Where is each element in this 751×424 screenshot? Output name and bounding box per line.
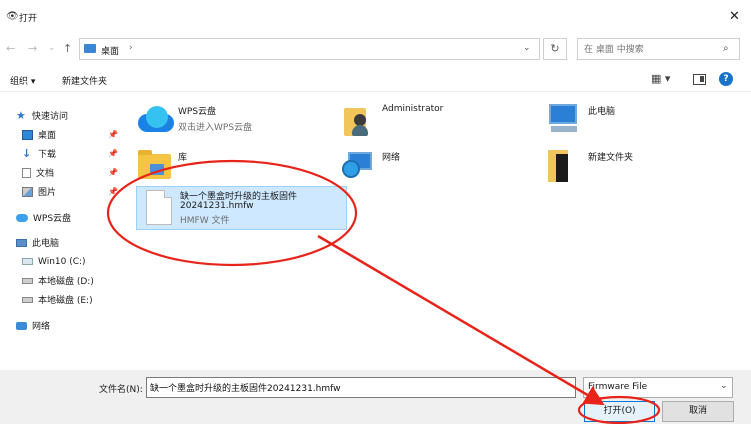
command-toolbar: 组织 ▾ 新建文件夹 ▦ ▾ ? [0,68,751,92]
window-title: 打开 [19,14,38,24]
filename-input[interactable] [146,377,576,398]
breadcrumb-chevron-icon[interactable]: › [129,43,133,53]
file-name: 库 [178,153,188,163]
file-item-new-folder[interactable]: 新建文件夹 [540,144,740,184]
sidebar-item-quick-access[interactable]: ★ 快速访问 [16,107,68,124]
up-button[interactable]: ↑ [63,42,72,55]
document-icon [22,167,31,178]
forward-button[interactable]: → [28,42,37,55]
search-box[interactable]: ⌕ [577,38,740,60]
library-folder-icon [138,150,171,179]
file-name-continued: 20241231.hmfw [180,201,254,211]
desktop-folder-icon [84,44,96,53]
sidebar-item-wps-cloud[interactable]: WPS云盘 [16,209,71,226]
sidebar-item-label: 桌面 [38,131,57,141]
pin-icon: 📌 [108,130,118,139]
file-item-this-pc[interactable]: 此电脑 [540,98,740,142]
chevron-down-icon: ⌄ [720,381,728,391]
close-button[interactable]: ✕ [729,9,740,24]
sidebar-item-label: 网络 [32,322,51,332]
title-bar: 👁 打开 ✕ [0,0,751,34]
download-icon: ↓ [22,146,32,160]
drive-icon [22,296,33,303]
sidebar-item-pictures[interactable]: 图片 📌 [22,183,122,200]
navigation-row: ← → ⌄ ↑ 桌面 › ⌄ ↻ ⌕ [0,36,751,64]
computer-icon [16,238,27,247]
breadcrumb-desktop[interactable]: 桌面 [101,44,119,57]
back-button[interactable]: ← [6,42,15,55]
sidebar-item-this-pc[interactable]: 此电脑 [16,234,59,251]
file-name: Administrator [382,104,444,114]
view-options-button[interactable]: ▦ ▾ [651,72,670,85]
sidebar-item-label: 本地磁盘 (E:) [38,296,93,306]
sidebar-item-label: 快速访问 [32,112,69,122]
network-icon [342,150,374,180]
pin-icon: 📌 [108,187,118,196]
file-item-wps-cloud[interactable]: WPS云盘 双击进入WPS云盘 [130,98,330,142]
filename-label: 文件名(N): [99,385,143,395]
sidebar-item-label: 本地磁盘 (D:) [38,277,94,287]
desktop-icon [22,129,33,140]
file-item-network[interactable]: 网络 [334,144,534,184]
sidebar-item-label: WPS云盘 [33,214,72,224]
windows-drive-icon [22,258,33,265]
sidebar-item-label: Win10 (C:) [38,256,86,267]
drive-icon [22,277,33,284]
search-input[interactable] [584,42,714,57]
star-icon: ★ [16,108,26,122]
sidebar-item-label: 图片 [38,188,57,198]
sidebar-item-network[interactable]: 网络 [16,317,50,334]
eye-icon: 👁 [6,11,19,22]
file-item-firmware-selected[interactable]: 缺一个墨盒时升级的主板固件 20241231.hmfw HMFW 文件 [136,186,347,230]
picture-icon [22,186,33,197]
computer-icon [546,104,580,136]
network-icon [16,321,27,330]
file-type-value: Firmware File [588,382,648,392]
recent-locations-button[interactable]: ⌄ [48,43,56,53]
pin-icon: 📌 [108,168,118,177]
cloud-icon [16,213,28,222]
file-type-select[interactable]: Firmware File ⌄ [583,377,733,398]
file-item-administrator[interactable]: Administrator [334,98,534,142]
sidebar-item-drive-d[interactable]: 本地磁盘 (D:) [22,272,94,289]
sidebar-item-drive-c[interactable]: Win10 (C:) [22,253,86,270]
organize-button[interactable]: 组织 ▾ [10,74,35,87]
preview-pane-icon[interactable] [693,74,706,85]
cancel-button[interactable]: 取消 [662,401,734,422]
file-item-library[interactable]: 库 [130,144,330,184]
user-folder-icon [340,104,376,138]
wps-cloud-icon [138,106,176,134]
sidebar-item-desktop[interactable]: 桌面 📌 [22,126,122,143]
help-icon[interactable]: ? [719,72,733,86]
file-list: WPS云盘 双击进入WPS云盘 Administrator 此电脑 库 网络 新… [130,96,751,366]
sidebar-item-label: 下载 [38,150,57,160]
file-name: 此电脑 [588,107,616,117]
file-name: WPS云盘 [178,107,217,117]
sidebar-item-downloads[interactable]: ↓ 下载 📌 [22,145,122,162]
folder-icon [548,150,576,184]
open-button[interactable]: 打开(O) [584,401,655,422]
address-bar[interactable]: 桌面 › ⌄ [79,38,540,60]
sidebar-item-documents[interactable]: 文档 📌 [22,164,122,181]
refresh-button[interactable]: ↻ [543,38,567,60]
sidebar-item-drive-e[interactable]: 本地磁盘 (E:) [22,291,93,308]
file-name: 网络 [382,153,401,163]
pin-icon: 📌 [108,149,118,158]
search-icon[interactable]: ⌕ [723,43,729,54]
address-dropdown-button[interactable]: ⌄ [523,43,531,53]
file-description: 双击进入WPS云盘 [178,123,253,133]
file-name: 新建文件夹 [588,153,634,163]
sidebar-item-label: 文档 [36,169,55,179]
file-icon [146,190,172,225]
dialog-footer: 文件名(N): Firmware File ⌄ 打开(O) 取消 [0,370,751,424]
new-folder-button[interactable]: 新建文件夹 [62,74,107,87]
sidebar-item-label: 此电脑 [32,239,60,249]
file-type: HMFW 文件 [180,216,230,226]
navigation-pane: ★ 快速访问 桌面 📌 ↓ 下载 📌 文档 📌 图片 📌 WPS云盘 此电脑 W… [0,100,125,360]
